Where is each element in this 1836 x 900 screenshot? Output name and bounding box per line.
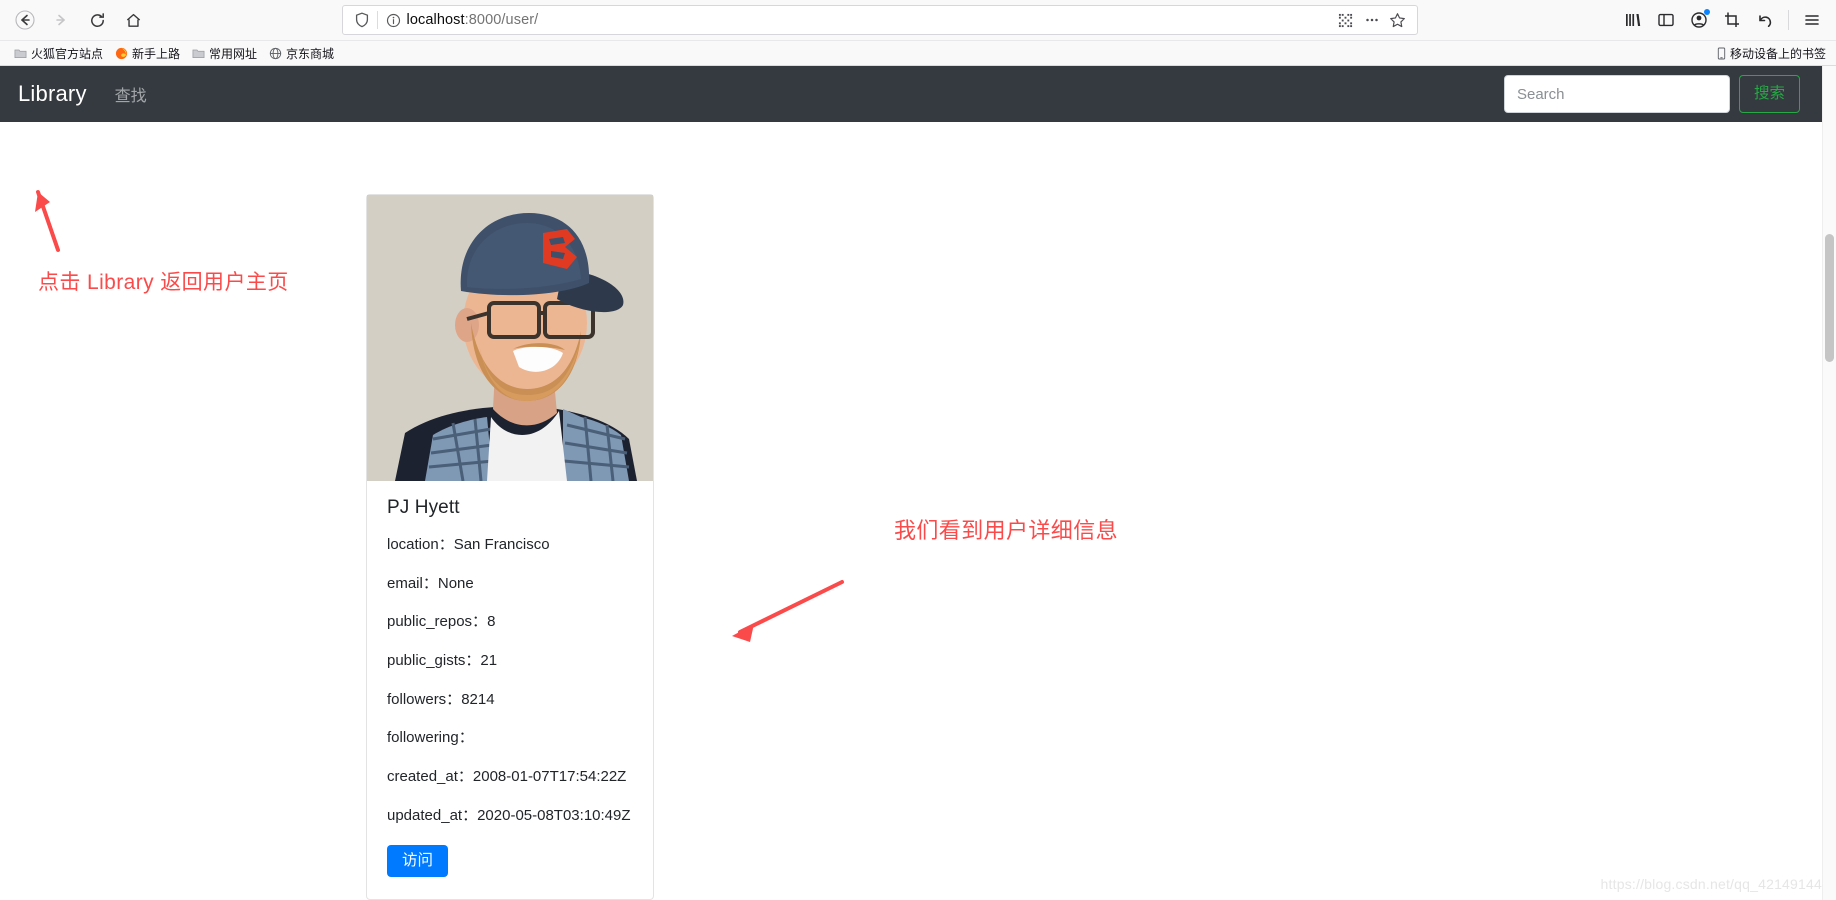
page-scrollbar-track[interactable] <box>1822 66 1836 900</box>
bookmark-item-1[interactable]: 新手上路 <box>109 43 186 64</box>
search-button[interactable]: 搜索 <box>1738 75 1800 113</box>
ellipsis-icon[interactable] <box>1359 7 1385 33</box>
bookmark-item-0[interactable]: 火狐官方站点 <box>8 43 109 64</box>
field-value: 2020-05-08T03:10:49Z <box>477 806 631 824</box>
site-navbar: Library 查找 搜索 <box>0 66 1836 122</box>
folder-icon <box>14 47 27 60</box>
forward-button[interactable] <box>44 4 78 36</box>
mobile-bookmarks-label: 移动设备上的书签 <box>1729 46 1826 61</box>
toolbar-separator <box>1788 10 1789 30</box>
field-value: 8 <box>487 613 496 631</box>
browser-toolbar: localhost:8000/user/ <box>0 0 1836 41</box>
field-label: followers： <box>387 690 462 708</box>
field-public-gists: public_gists：21 <box>387 651 633 672</box>
reload-button[interactable] <box>80 4 114 36</box>
mobile-icon <box>1716 47 1727 60</box>
sidebar-icon[interactable] <box>1650 4 1682 36</box>
folder-icon <box>192 47 205 60</box>
url-host: localhost <box>406 12 465 28</box>
navigation-buttons <box>8 4 150 36</box>
field-location: location：San Francisco <box>387 535 633 556</box>
annotation-library-text: 点击 Library 返回用户主页 <box>38 271 289 294</box>
qrcode-icon[interactable] <box>1333 7 1359 33</box>
globe-icon <box>269 47 282 60</box>
user-card-body: PJ Hyett location：San Francisco email：No… <box>367 481 653 899</box>
tracking-protection-shield-icon[interactable] <box>349 12 375 28</box>
field-label: updated_at： <box>387 806 478 824</box>
bookmark-item-3[interactable]: 京东商城 <box>263 43 340 64</box>
field-updated-at: updated_at：2020-05-08T03:10:49Z <box>387 806 633 827</box>
bookmark-label: 火狐官方站点 <box>31 46 104 61</box>
bookmarks-bar: 火狐官方站点 新手上路 常用网址 京东商城 移动设备上的书签 <box>0 41 1836 66</box>
urlbar-divider <box>376 11 378 29</box>
field-public-repos: public_repos：8 <box>387 612 633 633</box>
page-content: Library 查找 搜索 <box>0 66 1836 900</box>
url-text[interactable]: localhost:8000/user/ <box>407 12 1333 28</box>
screenshot-icon[interactable] <box>1716 4 1748 36</box>
bookmark-label: 京东商城 <box>286 46 335 61</box>
account-notification-dot <box>1704 9 1710 15</box>
watermark: https://blog.csdn.net/qq_42149144 <box>1600 876 1822 892</box>
undo-icon[interactable] <box>1749 4 1781 36</box>
field-value: 2008-01-07T17:54:22Z <box>472 768 627 786</box>
library-icon[interactable] <box>1617 4 1649 36</box>
search-input[interactable] <box>1503 75 1730 113</box>
user-name: PJ Hyett <box>387 497 460 518</box>
field-label: created_at： <box>387 768 473 786</box>
urlbar-container: localhost:8000/user/ <box>150 5 1609 35</box>
field-followers: followers：8214 <box>387 690 633 711</box>
field-followering: followering： <box>387 728 633 749</box>
back-button[interactable] <box>8 4 42 36</box>
firefox-icon <box>115 47 128 60</box>
page-scrollbar-thumb[interactable] <box>1825 234 1834 362</box>
field-created-at: created_at：2008-01-07T17:54:22Z <box>387 767 633 788</box>
annotation-arrow-library <box>35 190 60 252</box>
field-label: location： <box>387 536 454 553</box>
page-info-icon[interactable] <box>380 13 407 28</box>
bookmark-item-2[interactable]: 常用网址 <box>186 43 263 64</box>
toolbar-right-icons <box>1609 4 1828 36</box>
user-avatar <box>367 195 653 481</box>
navbar-brand-library[interactable]: Library <box>18 81 105 107</box>
hamburger-menu-icon[interactable] <box>1796 4 1828 36</box>
field-value: None <box>437 574 474 592</box>
nav-link-search[interactable]: 查找 <box>105 82 157 106</box>
account-icon[interactable] <box>1683 4 1715 36</box>
field-label: followering： <box>387 729 474 747</box>
visit-button[interactable]: 访问 <box>387 844 449 878</box>
bookmark-star-icon[interactable] <box>1385 7 1411 33</box>
user-card: PJ Hyett location：San Francisco email：No… <box>366 194 654 900</box>
annotation-arrow-details <box>732 580 844 642</box>
mobile-bookmarks-item[interactable]: 移动设备上的书签 <box>1716 45 1826 62</box>
field-label: email： <box>387 574 438 592</box>
field-value: 8214 <box>461 690 495 708</box>
url-path: :8000/user/ <box>464 12 539 28</box>
field-label: public_repos： <box>387 613 488 631</box>
annotation-details-text: 我们看到用户详细信息 <box>894 518 1119 543</box>
bookmark-label: 常用网址 <box>209 46 258 61</box>
home-button[interactable] <box>116 4 150 36</box>
address-bar[interactable]: localhost:8000/user/ <box>341 5 1418 35</box>
bookmark-label: 新手上路 <box>132 46 181 61</box>
field-value: 21 <box>480 652 498 670</box>
field-value: San Francisco <box>453 536 550 553</box>
field-label: public_gists： <box>387 652 481 670</box>
field-email: email：None <box>387 574 633 595</box>
navbar-search-form: 搜索 <box>1503 75 1818 113</box>
